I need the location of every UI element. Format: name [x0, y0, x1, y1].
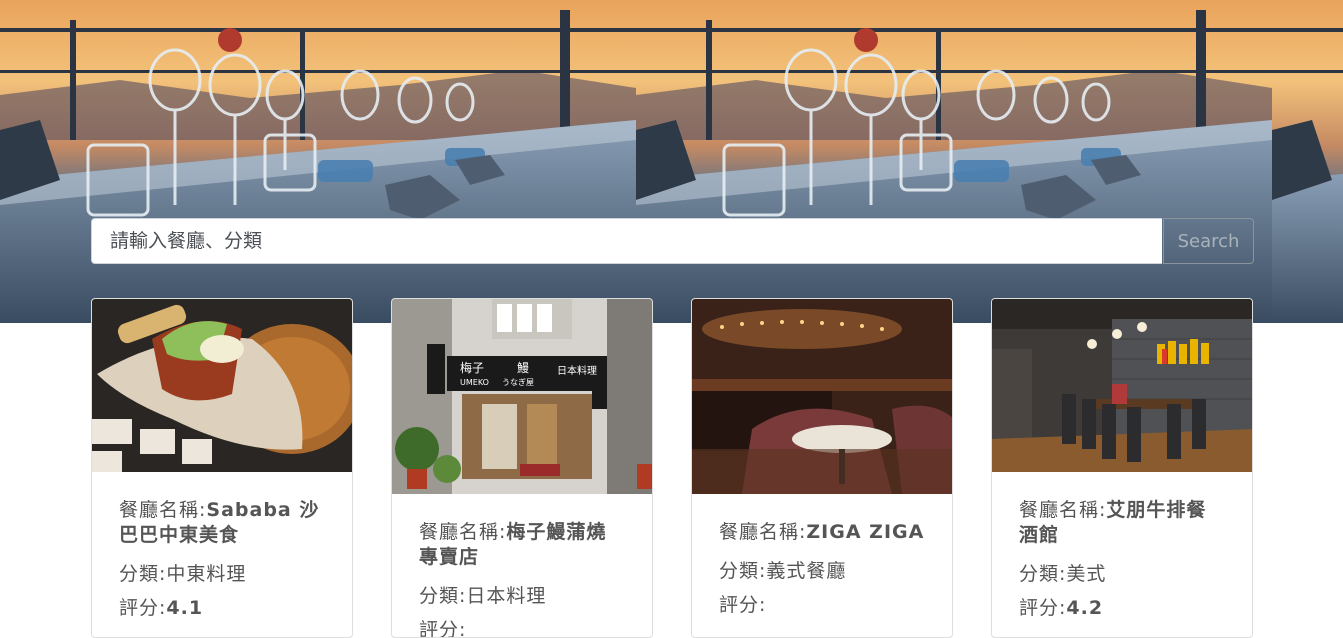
category-label: 分類:: [719, 560, 767, 582]
category-value: 中東料理: [166, 563, 247, 585]
rating-label: 評分:: [719, 594, 767, 616]
restaurant-photo: [692, 299, 952, 494]
search-input[interactable]: [91, 218, 1162, 264]
svg-text:鰻: 鰻: [517, 361, 529, 375]
category-value: 義式餐廳: [766, 560, 847, 582]
category-label: 分類:: [119, 563, 167, 585]
hero-banner: [0, 0, 1343, 323]
restaurant-category: 分類:義式餐廳: [719, 559, 925, 583]
restaurant-category: 分類:日本料理: [419, 584, 625, 608]
restaurant-photo: 梅子 鰻 UMEKO うなぎ屋 日本料理: [392, 299, 652, 494]
restaurant-photo: [992, 299, 1252, 472]
restaurant-rating: 評分:4.2: [1019, 596, 1225, 620]
rating-label: 評分:: [119, 597, 167, 619]
name-label: 餐廳名稱:: [1019, 499, 1107, 521]
svg-text:日本料理: 日本料理: [557, 364, 597, 377]
restaurant-name: 餐廳名稱:艾朋牛排餐酒館: [1019, 498, 1225, 548]
restaurant-photo: [92, 299, 352, 472]
category-value: 日本料理: [466, 585, 547, 607]
rating-value: 4.1: [166, 597, 204, 619]
restaurant-rating: 評分:4.1: [119, 596, 325, 620]
rating-label: 評分:: [1019, 597, 1067, 619]
hero-image: [636, 0, 1272, 323]
restaurant-category: 分類:美式: [1019, 562, 1225, 586]
name-label: 餐廳名稱:: [419, 521, 507, 543]
svg-text:梅子: 梅子: [460, 360, 484, 375]
restaurant-name: 餐廳名稱:ZIGA ZIGA: [719, 520, 925, 545]
restaurant-name: 餐廳名稱:Sababa 沙巴巴中東美食: [119, 498, 325, 548]
rating-label: 評分:: [419, 619, 467, 638]
restaurant-category: 分類:中東料理: [119, 562, 325, 586]
svg-text:UMEKO: UMEKO: [460, 378, 489, 387]
restaurant-card[interactable]: 餐廳名稱:艾朋牛排餐酒館 分類:美式 評分:4.2: [991, 298, 1253, 638]
name-label: 餐廳名稱:: [119, 499, 207, 521]
restaurant-card[interactable]: 梅子 鰻 UMEKO うなぎ屋 日本料理 餐廳名稱:梅子鰻蒲燒專賣店 分類:日本…: [391, 298, 653, 638]
hero-image: [0, 0, 636, 323]
category-label: 分類:: [419, 585, 467, 607]
restaurant-rating: 評分:: [419, 618, 625, 638]
category-value: 美式: [1066, 563, 1107, 585]
restaurant-card[interactable]: 餐廳名稱:Sababa 沙巴巴中東美食 分類:中東料理 評分:4.1: [91, 298, 353, 638]
category-label: 分類:: [1019, 563, 1067, 585]
name-label: 餐廳名稱:: [719, 521, 807, 543]
rating-value: 4.2: [1066, 597, 1104, 619]
name-value: ZIGA ZIGA: [806, 521, 925, 543]
hero-image: [1272, 0, 1343, 323]
restaurant-name: 餐廳名稱:梅子鰻蒲燒專賣店: [419, 520, 625, 570]
restaurant-rating: 評分:: [719, 593, 925, 617]
svg-text:うなぎ屋: うなぎ屋: [502, 377, 534, 387]
restaurant-card[interactable]: 餐廳名稱:ZIGA ZIGA 分類:義式餐廳 評分:: [691, 298, 953, 638]
search-button[interactable]: Search: [1163, 218, 1254, 264]
